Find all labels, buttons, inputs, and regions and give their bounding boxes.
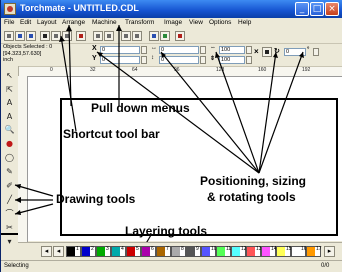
arrowhead [59,36,65,42]
status-bar: Selecting 0/0 [1,260,342,272]
status-count: 0/0 [321,263,330,269]
layer-bar: ◂ ◂ 1 2 3 4 5 6 7 8 9 10 11 12 13 14 15 16 17 ▸ [18,242,342,261]
layer-tab-9[interactable]: 9 [186,246,201,257]
arrowhead [273,52,278,58]
annotation-positioning: Positioning, sizing [200,174,306,188]
layer-tab-3[interactable]: 3 [96,246,111,257]
layer-tab-14[interactable]: 14 [261,246,277,257]
status-message: Selecting [4,263,29,269]
layer-tab-11[interactable]: 11 [216,246,231,257]
arrowhead [116,25,122,31]
layer-scroll-right-icon[interactable]: ▸ [324,246,335,257]
arrow-toolbar [60,35,77,132]
layer-tab-4[interactable]: 4 [111,246,126,257]
arrow-drawing-down [14,203,54,215]
arrow-pos-3 [215,51,260,174]
layer-tab-2[interactable]: 2 [81,246,96,257]
annotation-layering-tools: Layering tools [125,224,208,238]
arrow-pos-4 [258,51,277,174]
layer-tab-1[interactable]: 1 [66,246,81,257]
layer-tab-17[interactable]: 17 [306,246,322,257]
layer-tab-7[interactable]: 7 [156,246,171,257]
layer-tab-12[interactable]: 12 [231,246,247,257]
layer-prev-icon[interactable]: ◂ [53,246,64,257]
arrow-drawing-up [14,184,54,197]
layer-scroll-left-icon[interactable]: ◂ [41,246,52,257]
layer-tab-16[interactable]: 16 [291,246,307,257]
annotation-rotating: & rotating tools [207,190,296,204]
layer-tab-8[interactable]: 8 [171,246,186,257]
arrowhead [66,25,72,31]
arrow-pos-5 [258,51,304,174]
annotation-pull-down-menus: Pull down menus [91,101,190,115]
layer-tab-15[interactable]: 15 [276,246,292,257]
arrowhead [15,197,21,203]
layer-tab-10[interactable]: 10 [201,246,217,257]
annotation-shortcut-toolbar: Shortcut tool bar [63,127,160,141]
layer-tab-5[interactable]: 5 [126,246,141,257]
application-window: Torchmate - UNTITLED.CDL _ □ × File Edit… [0,0,342,272]
layer-tab-13[interactable]: 13 [246,246,262,257]
layer-tab-6[interactable]: 6 [141,246,156,257]
annotation-drawing-tools: Drawing tools [56,192,136,206]
